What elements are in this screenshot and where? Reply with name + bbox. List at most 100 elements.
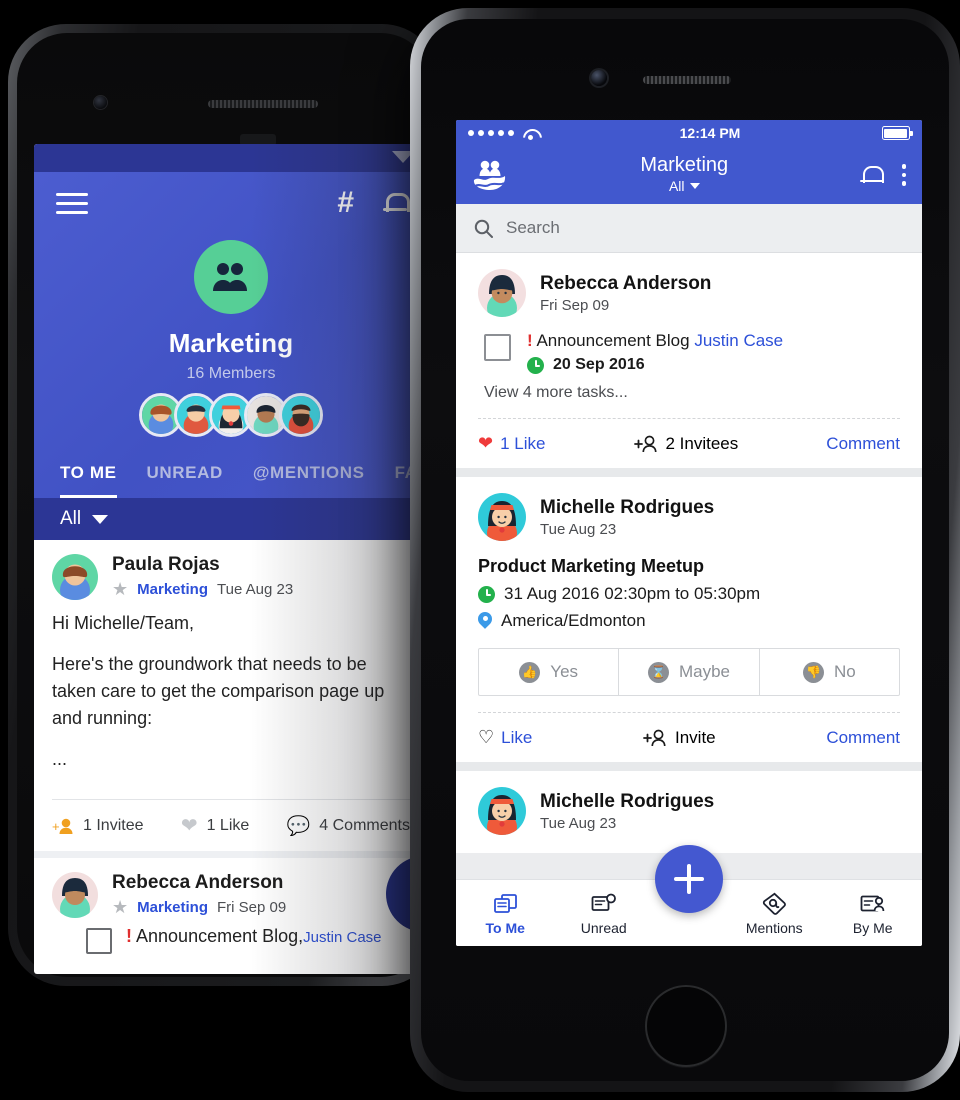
scope-filter[interactable]: All xyxy=(669,178,700,194)
hamburger-menu-icon[interactable] xyxy=(56,187,88,220)
front-feed-list[interactable]: Rebecca Anderson Fri Sep 09 ! Announceme… xyxy=(456,253,922,853)
post-body-line: ... xyxy=(52,749,68,769)
back-group-header: # Marketing 16 Members TO ME UNREAD @MEN… xyxy=(34,172,428,498)
post-actions: ♡ Like Invite Comment xyxy=(478,712,900,762)
tab-mentions[interactable]: @MENTIONS xyxy=(253,463,365,498)
list-item[interactable]: Paula Rojas ★ Marketing Tue Aug 23 Hi Mi… xyxy=(34,540,428,851)
tab-to-me[interactable]: TO ME xyxy=(60,463,117,498)
tab-mentions[interactable]: Mentions xyxy=(725,891,824,936)
post-date: Tue Aug 23 xyxy=(217,581,294,598)
task-detail: ! Announcement Blog Justin Case 20 Sep 2… xyxy=(527,331,783,374)
home-button[interactable] xyxy=(645,985,727,1067)
front-camera-icon xyxy=(591,70,607,86)
task-row[interactable]: ! Announcement Blog Justin Case 20 Sep 2… xyxy=(478,317,900,374)
back-feed-list[interactable]: Paula Rojas ★ Marketing Tue Aug 23 Hi Mi… xyxy=(34,540,428,970)
task-assignee[interactable]: Justin Case xyxy=(694,331,783,350)
avatar xyxy=(52,554,98,600)
earpiece-speaker xyxy=(208,100,318,108)
tab-by-me[interactable]: By Me xyxy=(824,891,923,936)
like-action[interactable]: ♡ Like xyxy=(478,727,532,748)
checkbox-unchecked-icon[interactable] xyxy=(86,928,112,954)
invite-action[interactable]: + 1 Invitee xyxy=(52,817,143,835)
by-me-person-icon xyxy=(824,891,923,917)
comment-action[interactable]: Comment xyxy=(826,434,900,454)
front-nav-actions xyxy=(859,164,906,187)
front-nav-title-block: Marketing All xyxy=(508,153,861,196)
rsvp-button-group[interactable]: 👍 Yes ⌛ Maybe 👎 No xyxy=(478,648,900,696)
back-filter-dropdown[interactable]: All xyxy=(34,498,428,540)
list-item[interactable]: Michelle Rodrigues Tue Aug 23 xyxy=(456,771,922,853)
like-label: Like xyxy=(501,727,533,747)
view-more-tasks-link[interactable]: View 4 more tasks... xyxy=(478,384,900,402)
kebab-menu-icon[interactable] xyxy=(901,164,906,186)
avatar xyxy=(52,872,98,918)
like-action[interactable]: ❤ 1 Like xyxy=(478,433,545,454)
invite-action[interactable]: 2 Invitees xyxy=(633,434,738,454)
back-phone-device: # Marketing 16 Members TO ME UNREAD @MEN… xyxy=(8,24,440,986)
rsvp-maybe-label: Maybe xyxy=(678,662,730,681)
bell-icon[interactable] xyxy=(859,164,884,187)
task-assignee[interactable]: Justin Case xyxy=(303,929,381,946)
post-body-line: Hi Michelle/Team, xyxy=(52,613,195,633)
comment-action[interactable]: Comment xyxy=(826,728,900,748)
list-item[interactable]: Rebecca Anderson Fri Sep 09 ! Announceme… xyxy=(456,253,922,468)
search-input[interactable]: Search xyxy=(506,218,560,238)
star-icon[interactable]: ★ xyxy=(112,579,128,600)
comment-action[interactable]: 💬 4 Comments xyxy=(287,814,410,838)
member-avatar-strip[interactable] xyxy=(34,393,428,437)
compose-fab[interactable] xyxy=(655,845,723,913)
hashtag-icon[interactable]: # xyxy=(337,188,354,218)
avatar xyxy=(478,493,526,541)
post-date: Fri Sep 09 xyxy=(540,296,610,314)
unread-message-icon xyxy=(555,891,654,917)
rsvp-yes-button[interactable]: 👍 Yes xyxy=(479,649,620,695)
like-action[interactable]: ❤ 1 Like xyxy=(181,813,249,838)
thumbs-down-icon: 👎 xyxy=(802,661,824,683)
event-time: 31 Aug 2016 02:30pm to 05:30pm xyxy=(504,584,761,603)
rsvp-maybe-button[interactable]: ⌛ Maybe xyxy=(619,649,760,695)
earpiece-speaker xyxy=(643,76,731,84)
avatar xyxy=(478,269,526,317)
post-group-link[interactable]: Marketing xyxy=(137,581,208,598)
tab-unread[interactable]: UNREAD xyxy=(147,463,223,498)
checkbox-unchecked-icon[interactable] xyxy=(484,334,511,361)
search-bar[interactable]: Search xyxy=(456,204,922,253)
page-title: Marketing xyxy=(640,153,729,176)
add-person-icon xyxy=(633,435,657,452)
app-logo-people-waves-icon[interactable] xyxy=(472,158,508,192)
post-author-block: Michelle Rodrigues Tue Aug 23 xyxy=(540,497,714,538)
post-meta: ★ Marketing Tue Aug 23 xyxy=(112,579,293,600)
list-item[interactable]: Michelle Rodrigues Tue Aug 23 Product Ma… xyxy=(456,477,922,762)
tab-to-me[interactable]: To Me xyxy=(456,891,555,936)
group-people-icon xyxy=(194,240,268,314)
clock-icon xyxy=(478,585,495,603)
post-group-link[interactable]: Marketing xyxy=(137,899,208,916)
tab-unread[interactable]: Unread xyxy=(555,891,654,936)
tab-by-me-label: By Me xyxy=(852,919,893,936)
wifi-icon xyxy=(523,128,538,140)
ios-status-bar: 12:14 PM xyxy=(456,120,922,146)
bell-icon[interactable] xyxy=(383,191,410,215)
back-filter-label: All xyxy=(60,508,82,529)
list-item[interactable]: Rebecca Anderson ★ Marketing Fri Sep 09 … xyxy=(34,858,428,970)
location-pin-icon xyxy=(478,612,492,630)
post-meta: ★ Marketing Fri Sep 09 xyxy=(112,897,286,918)
back-tab-strip[interactable]: TO ME UNREAD @MENTIONS FAVOURITES xyxy=(34,437,428,498)
star-icon[interactable]: ★ xyxy=(112,897,128,918)
rsvp-no-button[interactable]: 👎 No xyxy=(760,649,899,695)
post-header: Paula Rojas ★ Marketing Tue Aug 23 xyxy=(52,554,410,600)
front-phone-device: 12:14 PM Marketing All Search Rebecca An… xyxy=(410,8,960,1092)
event-location: America/Edmonton xyxy=(501,611,646,630)
task-due-row: 20 Sep 2016 xyxy=(527,356,783,374)
tab-mentions-label: Mentions xyxy=(745,919,803,936)
status-time: 12:14 PM xyxy=(679,125,741,141)
task-title-text: Announcement Blog xyxy=(536,331,690,350)
invite-action[interactable]: Invite xyxy=(643,728,716,748)
battery-full-icon xyxy=(881,126,913,140)
task-row[interactable]: ! Announcement Blog,Justin Case xyxy=(52,918,410,954)
like-label: 1 Like xyxy=(206,816,250,834)
hourglass-icon: ⌛ xyxy=(647,661,669,683)
post-author-block: Paula Rojas ★ Marketing Tue Aug 23 xyxy=(112,554,293,600)
post-date: Fri Sep 09 xyxy=(217,899,287,916)
clock-icon xyxy=(527,356,544,374)
